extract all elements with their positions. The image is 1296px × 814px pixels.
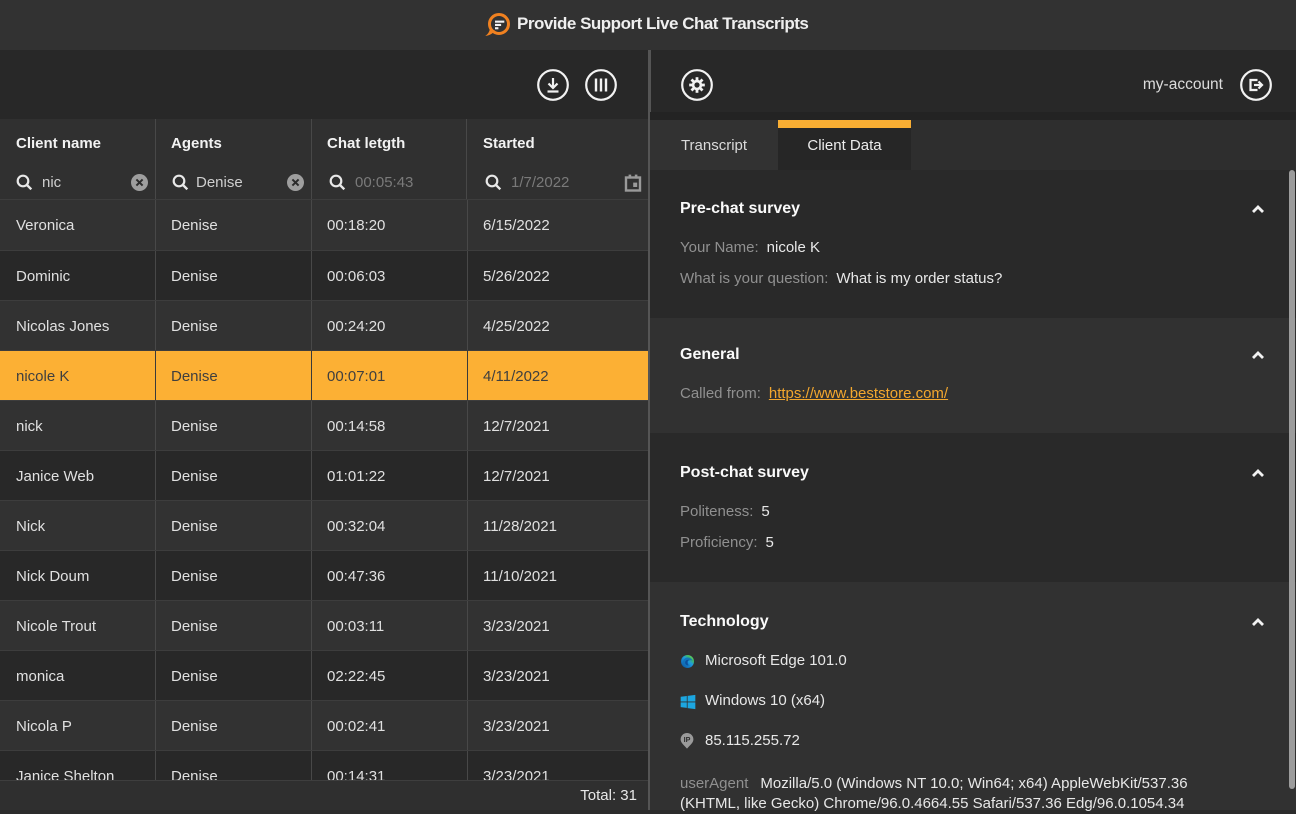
svg-text:IP: IP [684,735,691,744]
